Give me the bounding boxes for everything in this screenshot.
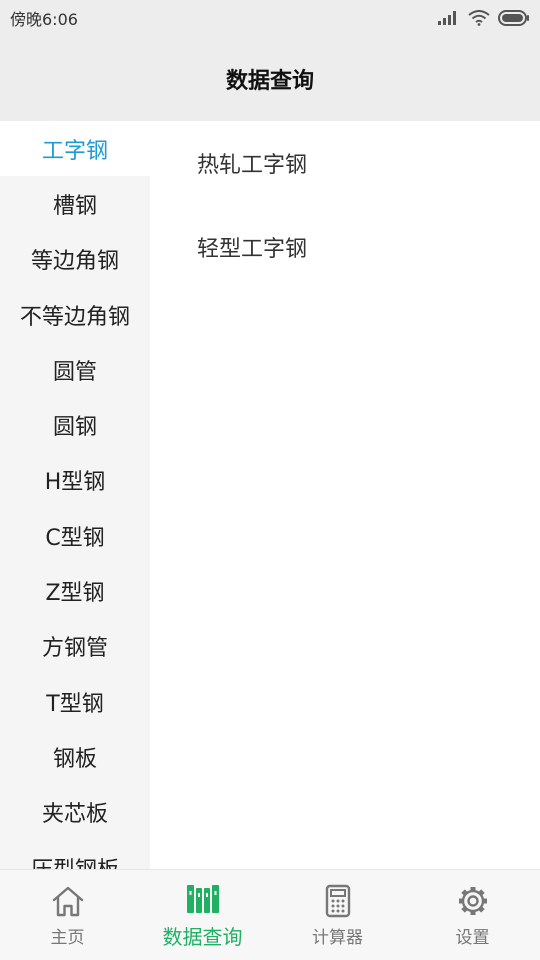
list-item-hot-rolled-i-beam[interactable]: 热轧工字钢 — [150, 121, 540, 205]
sidebar-item-channel-steel[interactable]: 槽钢 — [0, 176, 150, 231]
page-title: 数据查询 — [225, 68, 314, 94]
sidebar-item-z-section[interactable]: Z型钢 — [0, 563, 150, 618]
status-time: 傍晚6:06 — [10, 10, 78, 29]
tab-settings-label: 设置 — [455, 927, 490, 948]
subcategory-list: 热轧工字钢 轻型工字钢 — [150, 121, 540, 869]
tab-calculator-label: 计算器 — [312, 927, 363, 948]
sidebar-item-round-tube[interactable]: 圆管 — [0, 342, 150, 397]
list-item-light-i-beam[interactable]: 轻型工字钢 — [150, 205, 540, 289]
wifi-icon — [468, 10, 490, 26]
sidebar-item-square-tube[interactable]: 方钢管 — [0, 619, 150, 674]
sidebar-item-round-bar[interactable]: 圆钢 — [0, 397, 150, 452]
status-icons — [438, 10, 530, 26]
battery-icon — [498, 10, 529, 26]
status-bar: 傍晚6:06 — [0, 0, 540, 36]
sidebar-item-i-beam[interactable]: 工字钢 — [0, 121, 150, 177]
tab-settings[interactable]: 设置 — [405, 870, 540, 960]
tab-home-label: 主页 — [50, 927, 85, 948]
home-icon — [50, 883, 86, 919]
sidebar-item-steel-plate[interactable]: 钢板 — [0, 729, 150, 784]
sidebar-item-t-beam[interactable]: T型钢 — [0, 674, 150, 729]
tab-home[interactable]: 主页 — [0, 870, 135, 960]
gear-icon — [455, 883, 491, 919]
category-sidebar: 工字钢 槽钢 等边角钢 不等边角钢 圆管 圆钢 H型钢 C型钢 Z型钢 方钢管 … — [0, 121, 150, 869]
sidebar-item-profiled-sheet[interactable]: 压型钢板 — [0, 840, 150, 870]
header: 数据查询 — [0, 36, 540, 121]
tab-calculator[interactable]: 计算器 — [270, 870, 405, 960]
sidebar-item-unequal-angle[interactable]: 不等边角钢 — [0, 287, 150, 342]
sidebar-item-h-beam[interactable]: H型钢 — [0, 453, 150, 508]
signal-icon — [438, 11, 456, 25]
sidebar-item-equal-angle[interactable]: 等边角钢 — [0, 232, 150, 287]
calculator-icon — [320, 883, 356, 919]
bottom-tab-bar: 主页 数据查询 计算器 设置 — [0, 869, 540, 960]
tab-data-query-label: 数据查询 — [162, 924, 243, 949]
sidebar-item-sandwich-panel[interactable]: 夹芯板 — [0, 785, 150, 840]
sidebar-item-c-section[interactable]: C型钢 — [0, 508, 150, 563]
books-icon — [185, 881, 221, 917]
tab-data-query[interactable]: 数据查询 — [135, 870, 270, 960]
